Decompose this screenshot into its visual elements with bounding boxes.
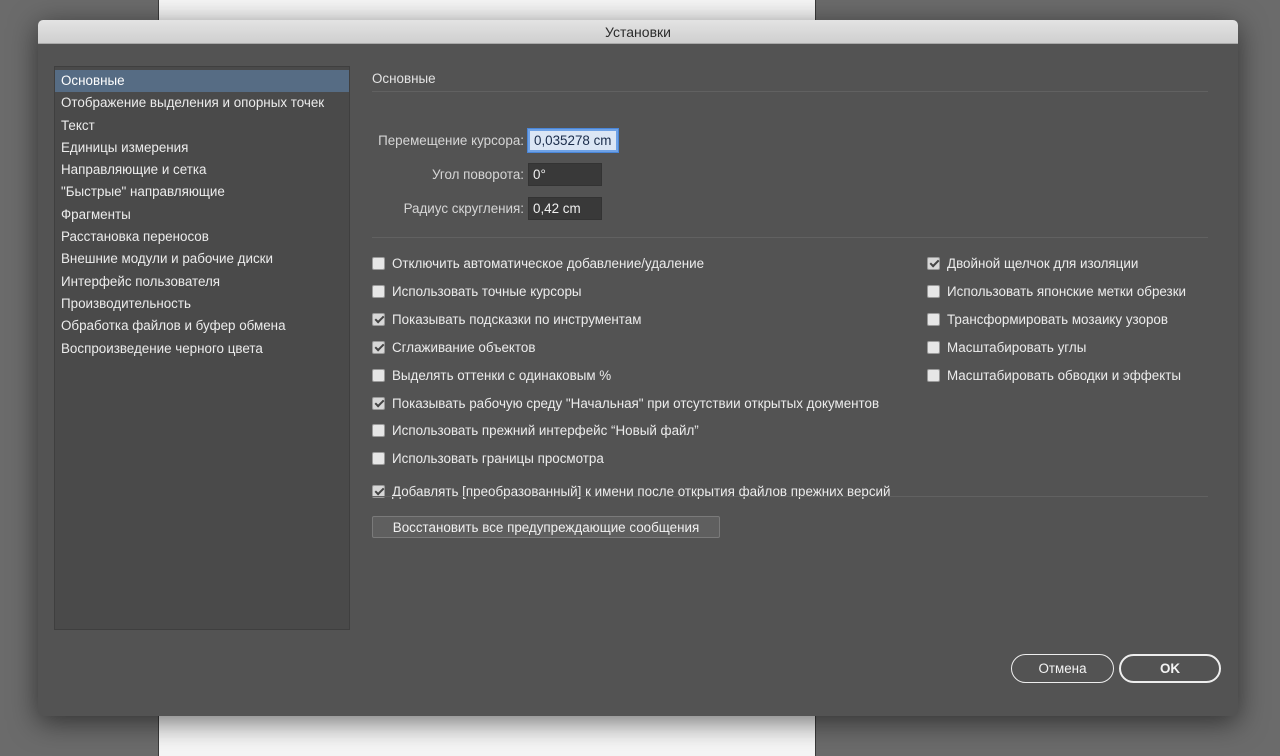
checkbox-box[interactable] <box>372 423 385 437</box>
checkbox-box[interactable] <box>372 256 385 270</box>
cursor-move-row: Перемещение курсора: <box>372 128 618 152</box>
sidebar-item-guides-grid[interactable]: Направляющие и сетка <box>55 159 349 181</box>
checkbox-japanese-crop-marks[interactable]: Использовать японские метки обрезки <box>927 281 1186 301</box>
checkbox-disable-auto-add-delete[interactable]: Отключить автоматическое добавление/удал… <box>372 253 704 273</box>
checkbox-box[interactable] <box>372 284 385 298</box>
corner-radius-row: Радиус скругления: <box>372 196 602 220</box>
checkbox-show-tool-tips[interactable]: Показывать подсказки по инструментам <box>372 309 641 329</box>
checkbox-box[interactable] <box>372 368 385 382</box>
checkbox-label: Использовать прежний интерфейс “Новый фа… <box>392 422 699 438</box>
checkbox-box[interactable] <box>927 284 940 298</box>
checkbox-box[interactable] <box>927 340 940 354</box>
checkbox-precise-cursors[interactable]: Использовать точные курсоры <box>372 281 582 301</box>
checkbox-box[interactable] <box>927 368 940 382</box>
checkbox-label: Масштабировать обводки и эффекты <box>947 367 1181 383</box>
checkbox-box[interactable] <box>372 312 385 326</box>
checkbox-box[interactable] <box>927 256 940 270</box>
sidebar-item-plugins[interactable]: Внешние модули и рабочие диски <box>55 248 349 270</box>
checkbox-label: Показывать подсказки по инструментам <box>392 311 642 327</box>
checkbox-label: Сглаживание объектов <box>392 339 536 355</box>
cursor-move-label: Перемещение курсора: <box>378 132 524 148</box>
checkbox-label: Двойной щелчок для изоляции <box>947 255 1139 271</box>
checkbox-anti-aliased-artwork[interactable]: Сглаживание объектов <box>372 337 535 357</box>
checkbox-label: Использовать точные курсоры <box>392 283 582 299</box>
sidebar-item-slices[interactable]: Фрагменты <box>55 204 349 226</box>
section-title: Основные <box>372 71 436 86</box>
sidebar-item-units[interactable]: Единицы измерения <box>55 137 349 159</box>
checkbox-append-converted[interactable]: Добавлять [преобразованный] к имени посл… <box>372 481 891 501</box>
preferences-sidebar: Основные Отображение выделения и опорных… <box>54 66 350 630</box>
checkbox-scale-corners[interactable]: Масштабировать углы <box>927 337 1086 357</box>
corner-radius-input[interactable] <box>528 196 602 220</box>
checkbox-label: Выделять оттенки с одинаковым % <box>392 367 612 383</box>
rotation-label: Угол поворота: <box>431 166 524 182</box>
cancel-button[interactable]: Отмена <box>1011 654 1114 683</box>
rotation-row: Угол поворота: <box>372 162 602 186</box>
section-divider-top <box>372 91 1208 92</box>
preferences-content: Основные Перемещение курсора: Угол повор… <box>372 66 1208 538</box>
sidebar-item-hyphenation[interactable]: Расстановка переносов <box>55 226 349 248</box>
checkbox-label: Отключить автоматическое добавление/удал… <box>392 255 705 271</box>
checkbox-transform-pattern-tiles[interactable]: Трансформировать мозаику узоров <box>927 309 1168 329</box>
sidebar-item-general[interactable]: Основные <box>55 70 349 93</box>
sidebar-item-smart-guides[interactable]: "Быстрые" направляющие <box>55 181 349 203</box>
sidebar-item-file-handling[interactable]: Обработка файлов и буфер обмена <box>55 315 349 337</box>
preferences-dialog: Установки Основные Отображение выделения… <box>38 20 1238 716</box>
checkbox-label: Трансформировать мозаику узоров <box>947 311 1168 327</box>
checkbox-label: Использовать японские метки обрезки <box>947 283 1187 299</box>
checkbox-label: Масштабировать углы <box>947 339 1087 355</box>
checkbox-select-same-tint[interactable]: Выделять оттенки с одинаковым % <box>372 365 611 385</box>
checkbox-box[interactable] <box>372 451 385 465</box>
checkbox-label: Показывать рабочую среду "Начальная" при… <box>392 395 880 411</box>
corner-radius-label: Радиус скругления: <box>403 200 524 216</box>
sidebar-item-selection-display[interactable]: Отображение выделения и опорных точек <box>55 92 349 114</box>
checkbox-box[interactable] <box>372 340 385 354</box>
checkbox-preview-bounds[interactable]: Использовать границы просмотра <box>372 448 604 468</box>
checkbox-legacy-new-file[interactable]: Использовать прежний интерфейс “Новый фа… <box>372 420 699 440</box>
sidebar-item-user-interface[interactable]: Интерфейс пользователя <box>55 271 349 293</box>
checkbox-box[interactable] <box>372 396 385 410</box>
dialog-title: Установки <box>605 23 671 40</box>
sidebar-item-type[interactable]: Текст <box>55 115 349 137</box>
checkbox-label: Использовать границы просмотра <box>392 450 604 466</box>
reset-warnings-button[interactable]: Восстановить все предупреждающие сообщен… <box>372 516 720 538</box>
cursor-move-input[interactable] <box>528 128 618 152</box>
checkbox-double-click-isolate[interactable]: Двойной щелчок для изоляции <box>927 253 1138 273</box>
checkbox-box[interactable] <box>927 312 940 326</box>
rotation-input[interactable] <box>528 162 602 186</box>
section-divider-mid <box>372 237 1208 238</box>
sidebar-item-black-appearance[interactable]: Воспроизведение черного цвета <box>55 338 349 360</box>
checkbox-show-start-workspace[interactable]: Показывать рабочую среду "Начальная" при… <box>372 393 879 413</box>
ok-button[interactable]: OK <box>1119 654 1221 683</box>
dialog-titlebar: Установки <box>38 20 1238 44</box>
checkbox-scale-strokes-effects[interactable]: Масштабировать обводки и эффекты <box>927 365 1181 385</box>
section-divider-bottom <box>372 496 1208 497</box>
sidebar-item-performance[interactable]: Производительность <box>55 293 349 315</box>
